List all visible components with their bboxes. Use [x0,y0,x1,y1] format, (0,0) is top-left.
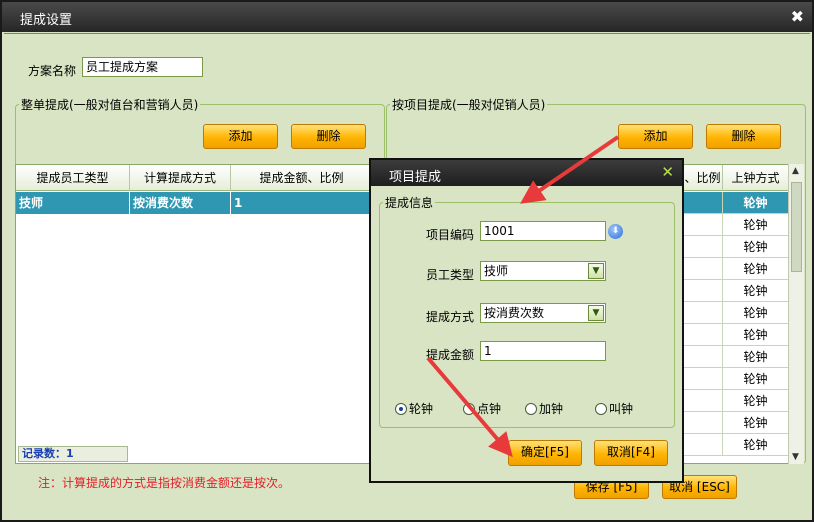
close-icon[interactable]: ✖ [791,7,804,26]
scrollbar[interactable]: ▲ ▼ [788,164,804,464]
clock-cell[interactable]: 轮钟 [723,192,788,214]
scroll-up-icon[interactable]: ▲ [792,166,799,176]
table-cell[interactable] [683,280,723,302]
radio-dot[interactable] [525,402,537,415]
emp-type-select[interactable]: 技师 ▼ [480,261,606,281]
whole-order-table: 提成员工类型 计算提成方式 提成金额、比例 技师 按消费次数 1 [15,164,372,464]
cell-amount: 1 [231,192,371,214]
clock-cell[interactable]: 轮钟 [723,302,788,324]
title-bar: 提成设置 ✖ [2,2,812,32]
window-title: 提成设置 [20,13,73,28]
radio-rotation[interactable]: 轮钟 [395,400,433,417]
radio-add[interactable]: 加钟 [525,400,563,417]
clock-cell[interactable]: 轮钟 [723,214,788,236]
method-value: 按消费次数 [484,306,545,320]
scroll-thumb[interactable] [791,182,802,272]
item-commission-dialog: 项目提成 ✕ 提成信息 项目编码 1001 ⬇ 员工类型 技师 ▼ 提成方式 按… [369,158,684,483]
scroll-down-icon[interactable]: ▼ [792,452,799,462]
clock-cell[interactable]: 轮钟 [723,346,788,368]
radio-dot[interactable] [463,402,475,415]
table-cell[interactable] [683,236,723,258]
chevron-down-icon[interactable]: ▼ [588,305,604,321]
cell-emp-type: 技师 [16,192,130,214]
table-cell[interactable] [683,434,723,456]
table-cell[interactable] [683,302,723,324]
left-add-button[interactable]: 添加 [203,124,278,149]
table-cell[interactable] [683,258,723,280]
clock-cell[interactable]: 轮钟 [723,412,788,434]
table-cell[interactable] [683,192,723,214]
col-header-method[interactable]: 计算提成方式 [130,165,231,191]
left-delete-button[interactable]: 删除 [291,124,366,149]
clock-cell[interactable]: 轮钟 [723,390,788,412]
clock-cell[interactable]: 轮钟 [723,368,788,390]
table-cell[interactable] [683,324,723,346]
right-add-button[interactable]: 添加 [618,124,693,149]
amount-input[interactable]: 1 [480,341,606,361]
dialog-title-bar: 项目提成 ✕ [371,160,682,186]
divider [4,33,810,34]
dialog-close-icon[interactable]: ✕ [661,163,674,181]
table-cell[interactable] [683,214,723,236]
radio-label: 点钟 [477,402,502,416]
method-label: 提成方式 [426,310,475,324]
method-select[interactable]: 按消费次数 ▼ [480,303,606,323]
emp-type-value: 技师 [484,264,509,278]
scheme-name-label: 方案名称 [28,64,77,78]
radio-point[interactable]: 点钟 [463,400,501,417]
item-code-label: 项目编码 [426,228,475,242]
dialog-title: 项目提成 [389,170,442,185]
cell-method: 按消费次数 [130,192,231,214]
clock-cell[interactable]: 轮钟 [723,324,788,346]
radio-label: 轮钟 [409,402,434,416]
commission-info-title: 提成信息 [383,194,436,211]
clock-cell[interactable]: 轮钟 [723,280,788,302]
radio-call[interactable]: 叫钟 [595,400,633,417]
by-item-group-title: 按项目提成(一般对促销人员) [390,96,548,113]
table-cell[interactable] [683,346,723,368]
col-header-clock[interactable]: 上钟方式 [723,165,788,191]
radio-label: 叫钟 [609,402,634,416]
table-cell[interactable] [683,368,723,390]
by-item-table: 、比例 上钟方式 轮钟 轮钟 轮钟 轮钟 轮钟 轮钟 轮钟 轮钟 轮钟 轮钟 轮钟 轮钟 [682,164,788,464]
table-header: 提成员工类型 计算提成方式 提成金额、比例 [16,165,371,191]
clock-cell[interactable]: 轮钟 [723,434,788,456]
scheme-name-input[interactable]: 员工提成方案 [82,57,203,77]
emp-type-label: 员工类型 [426,268,475,282]
clock-cell[interactable]: 轮钟 [723,236,788,258]
dialog-cancel-button[interactable]: 取消[F4] [594,440,668,466]
note-text: 注：计算提成的方式是指按消费金额还是按次。 [38,476,291,490]
item-code-input[interactable]: 1001 [480,221,606,241]
table-cell[interactable] [683,390,723,412]
col-header-emp-type[interactable]: 提成员工类型 [16,165,130,191]
table-cell[interactable] [683,412,723,434]
lookup-icon[interactable]: ⬇ [608,224,623,239]
whole-order-group-title: 整单提成(一般对值台和营销人员) [19,96,201,113]
by-item-table-header: 、比例 上钟方式 [683,165,788,191]
record-count: 记录数：1 [18,446,128,462]
radio-dot[interactable] [395,402,407,415]
clock-cell[interactable]: 轮钟 [723,258,788,280]
radio-label: 加钟 [539,402,564,416]
chevron-down-icon[interactable]: ▼ [588,263,604,279]
col-header-amount[interactable]: 提成金额、比例 [231,165,371,191]
dialog-ok-button[interactable]: 确定[F5] [508,440,582,466]
col-header-ratio[interactable]: 、比例 [683,165,723,191]
amount-label: 提成金额 [426,348,475,362]
radio-dot[interactable] [595,402,607,415]
table-row[interactable]: 技师 按消费次数 1 [16,192,371,214]
right-delete-button[interactable]: 删除 [706,124,781,149]
